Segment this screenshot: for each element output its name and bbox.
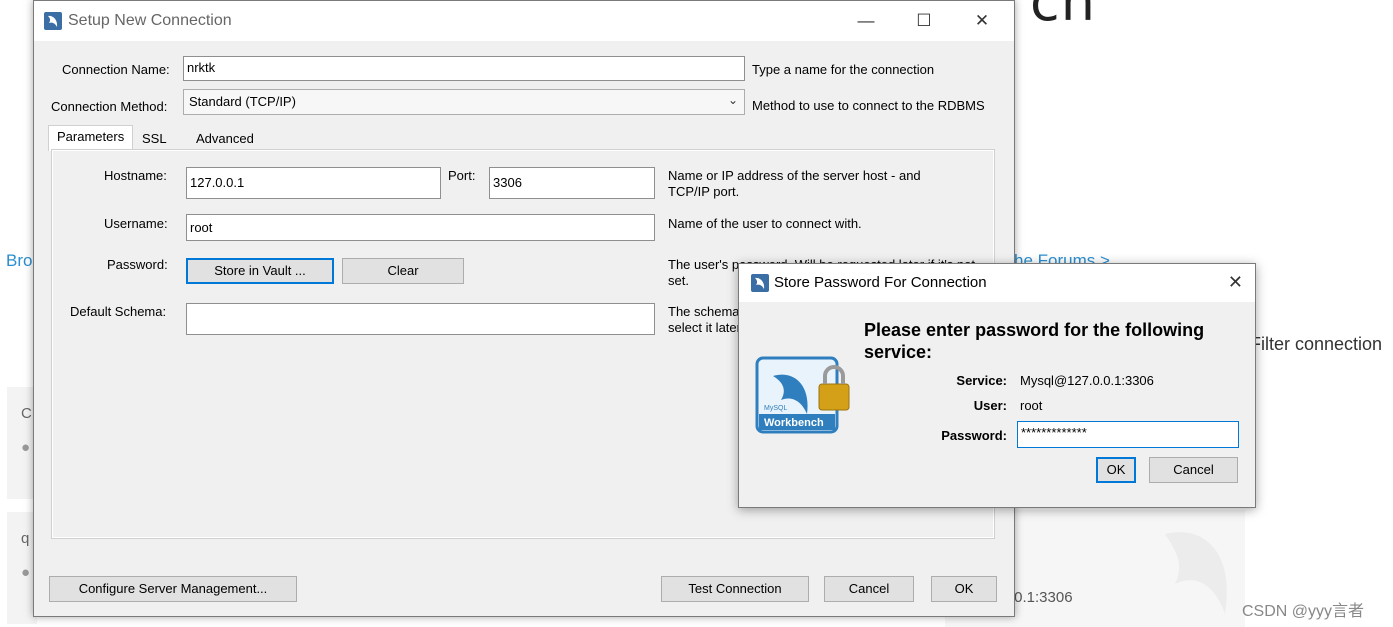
workbench-app-icon <box>44 12 62 30</box>
ok-button[interactable]: OK <box>931 576 997 602</box>
test-connection-button[interactable]: Test Connection <box>661 576 809 602</box>
default-schema-label: Default Schema: <box>70 304 167 319</box>
connection-tile-address: .0.1:3306 <box>1010 589 1073 606</box>
clear-password-button[interactable]: Clear <box>342 258 464 284</box>
tab-advanced[interactable]: Advanced <box>187 127 267 149</box>
close-button[interactable]: ✕ <box>967 9 997 33</box>
port-input[interactable]: 3306 <box>489 167 655 199</box>
hostname-input[interactable]: 127.0.0.1 <box>186 167 441 199</box>
connection-tile-name: q <box>21 530 30 547</box>
workbench-app-icon <box>751 274 769 292</box>
pw-ok-button[interactable]: OK <box>1096 457 1136 483</box>
port-label: Port: <box>448 168 476 183</box>
home-browse-link[interactable]: Bro <box>6 251 32 271</box>
connection-name-input[interactable]: nrktk <box>183 56 745 81</box>
tab-ssl[interactable]: SSL <box>133 127 175 149</box>
logo-small-text: MySQL <box>764 405 787 412</box>
connection-method-label: Connection Method: <box>51 99 168 114</box>
password-input[interactable]: ************* <box>1017 421 1239 448</box>
maximize-button[interactable]: ☐ <box>909 9 939 33</box>
workbench-logo-icon: MySQL Workbench <box>755 354 850 436</box>
dolphin-watermark-icon <box>1165 532 1227 614</box>
service-value: Mysql@127.0.0.1:3306 <box>1020 373 1154 388</box>
store-in-vault-button[interactable]: Store in Vault ... <box>186 258 334 284</box>
logo-workbench-text: Workbench <box>764 417 824 429</box>
minimize-button[interactable]: — <box>851 9 881 33</box>
connection-tile-name: C <box>21 405 32 422</box>
username-hint: Name of the user to connect with. <box>668 216 862 231</box>
configure-server-management-button[interactable]: Configure Server Management... <box>49 576 297 602</box>
connection-method-select[interactable]: Standard (TCP/IP) ⌄ <box>183 89 745 115</box>
pw-dialog-titlebar[interactable]: Store Password For Connection ✕ <box>739 264 1255 302</box>
pw-dialog-title: Store Password For Connection <box>774 274 987 291</box>
connection-method-hint: Method to use to connect to the RDBMS <box>752 98 985 113</box>
username-label: Username: <box>104 216 168 231</box>
dialog-title: Setup New Connection <box>68 12 232 29</box>
connection-name-label: Connection Name: <box>62 62 170 77</box>
filter-connections-label[interactable]: Filter connection <box>1250 334 1382 355</box>
pw-dialog-heading: Please enter password for the following … <box>864 320 1205 362</box>
user-label: User: <box>973 398 1007 413</box>
dialog-titlebar[interactable]: Setup New Connection — ☐ ✕ <box>34 1 1014 41</box>
home-title-fragment: ch <box>1030 0 1096 33</box>
username-input[interactable]: root <box>186 214 655 241</box>
watermark: CSDN @yyy言者 <box>1242 603 1365 620</box>
user-icon: ● <box>21 439 31 456</box>
chevron-down-icon: ⌄ <box>727 93 738 107</box>
hostname-hint: Name or IP address of the server host - … <box>668 168 921 199</box>
password-label: Password: <box>107 257 168 272</box>
hostname-label: Hostname: <box>104 168 167 183</box>
user-icon: ● <box>21 564 31 581</box>
cancel-button[interactable]: Cancel <box>824 576 914 602</box>
store-password-dialog: Store Password For Connection ✕ MySQL Wo… <box>738 263 1256 508</box>
tab-parameters[interactable]: Parameters <box>48 125 133 151</box>
default-schema-input[interactable] <box>186 303 655 335</box>
service-label: Service: <box>956 373 1007 388</box>
connection-name-hint: Type a name for the connection <box>752 62 935 77</box>
user-value: root <box>1020 398 1043 413</box>
close-button[interactable]: ✕ <box>1228 272 1243 293</box>
connection-method-value: Standard (TCP/IP) <box>189 94 296 109</box>
pw-cancel-button[interactable]: Cancel <box>1149 457 1238 483</box>
password-label: Password: <box>941 428 1007 443</box>
